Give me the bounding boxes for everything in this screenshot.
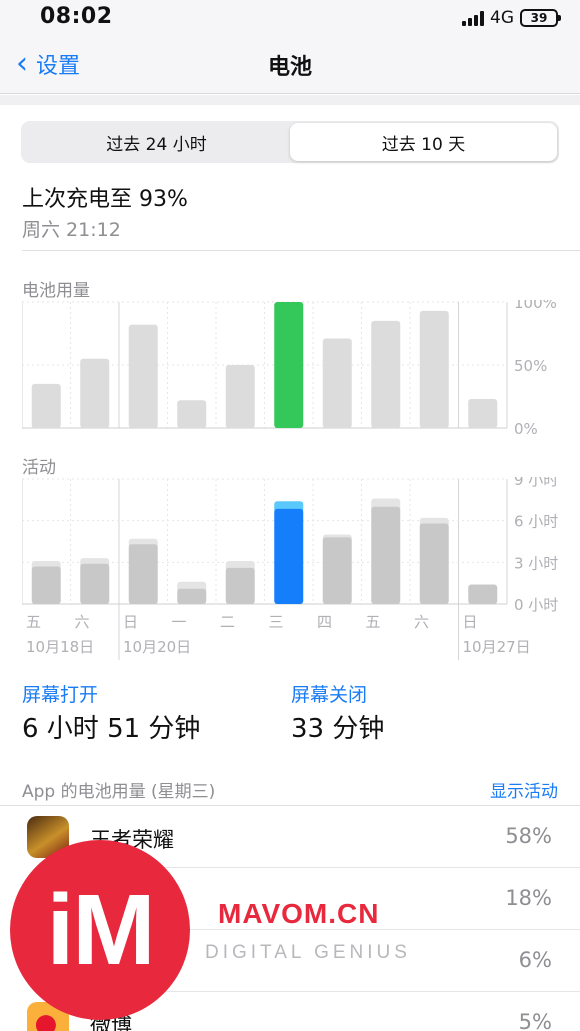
app-percent: 58%	[505, 824, 552, 848]
battery-bar	[128, 324, 158, 428]
y-tick-label: 3 小时	[514, 554, 558, 572]
screen-on-value: 6 小时 51 分钟	[22, 714, 201, 744]
network-type: 4G	[490, 8, 514, 28]
battery-icon: 39	[520, 9, 561, 27]
app-row-weibo[interactable]: 微博 5%	[0, 992, 580, 1031]
x-tick-label: 五	[26, 613, 41, 631]
battery-bar	[80, 358, 110, 428]
last-charge-level: 上次充电至 93%	[22, 187, 188, 212]
screen-on-bar	[468, 584, 498, 604]
segment-10-days[interactable]: 过去 10 天	[290, 123, 557, 161]
status-bar: 08:02 4G 39	[0, 0, 580, 36]
screen-on-bar	[80, 563, 110, 604]
battery-bar	[177, 400, 207, 428]
navigation-bar: ‹ 设置 电池	[0, 36, 580, 94]
show-activity-button[interactable]: 显示活动	[490, 777, 558, 802]
screen-on-bar	[225, 567, 255, 604]
app-name: 微博	[90, 1014, 132, 1031]
status-time: 08:02	[40, 4, 113, 29]
screen-on-label: 屏幕打开	[22, 684, 99, 706]
date-label: 10月27日	[463, 638, 531, 656]
divider	[22, 250, 580, 251]
cellular-signal-icon	[462, 10, 484, 26]
app-icon	[27, 940, 69, 982]
battery-bar	[468, 399, 498, 428]
last-charge-time: 周六 21:12	[22, 219, 121, 241]
screen-on-bar	[177, 588, 207, 604]
battery-bar	[371, 320, 401, 428]
screen-on-bar	[128, 544, 158, 604]
screen-off-value: 33 分钟	[291, 714, 385, 744]
app-percent: 6%	[518, 948, 552, 972]
status-indicators: 4G 39	[462, 8, 561, 28]
app-icon	[27, 878, 69, 920]
battery-bar	[419, 310, 449, 428]
battery-usage-label: 电池用量	[22, 281, 90, 301]
battery-usage-chart: 100% 50% 0%	[22, 300, 557, 438]
battery-bar	[225, 365, 255, 428]
screen-off-label: 屏幕关闭	[291, 684, 368, 706]
app-row[interactable]: 18%	[0, 868, 580, 930]
weibo-icon	[27, 1002, 69, 1031]
x-tick-label: 四	[317, 613, 332, 631]
x-tick-label: 六	[75, 613, 90, 631]
screen-on-bar	[371, 506, 401, 604]
y-tick-label: 0%	[514, 420, 538, 438]
x-tick-label: 日	[463, 613, 478, 631]
battery-bar	[274, 302, 304, 428]
screen-on-bar	[322, 537, 352, 604]
y-tick-label: 9 小时	[514, 477, 558, 489]
x-tick-label: 一	[172, 613, 187, 631]
honor-of-kings-icon	[27, 816, 69, 858]
battery-bar	[322, 338, 352, 428]
y-tick-label: 6 小时	[514, 513, 558, 531]
x-tick-label: 五	[366, 613, 381, 631]
x-tick-label: 六	[414, 613, 429, 631]
app-percent: 5%	[518, 1010, 552, 1031]
screen-on-bar	[419, 523, 449, 604]
screen-on-bar	[31, 566, 61, 604]
app-percent: 18%	[505, 886, 552, 910]
app-usage-header: App 的电池用量 (星期三)	[22, 782, 216, 802]
x-tick-label: 二	[220, 613, 235, 631]
activity-chart: 9 小时 6 小时 3 小时 0 小时五 六 日 一 二 三 四 五 六 日 10月18日 10月20日 10…	[22, 477, 558, 660]
screen-on-bar	[274, 508, 304, 604]
time-range-segmented-control: 过去 24 小时 过去 10 天	[21, 121, 559, 163]
y-tick-label: 50%	[514, 357, 547, 375]
page-title: 电池	[267, 55, 312, 80]
date-label: 10月20日	[123, 638, 191, 656]
x-tick-label: 日	[123, 613, 138, 631]
date-label: 10月18日	[26, 638, 94, 656]
y-tick-label: 0 小时	[514, 596, 558, 614]
section-gap	[0, 95, 580, 105]
y-tick-label: 100%	[514, 300, 557, 312]
segment-24-hours[interactable]: 过去 24 小时	[23, 123, 290, 161]
x-tick-label: 三	[269, 613, 284, 631]
app-name: 王者荣耀	[90, 828, 174, 852]
app-row-honor-of-kings[interactable]: 王者荣耀 58%	[0, 806, 580, 868]
activity-label: 活动	[22, 458, 56, 478]
battery-bar	[31, 383, 61, 428]
app-row[interactable]: 6%	[0, 930, 580, 992]
